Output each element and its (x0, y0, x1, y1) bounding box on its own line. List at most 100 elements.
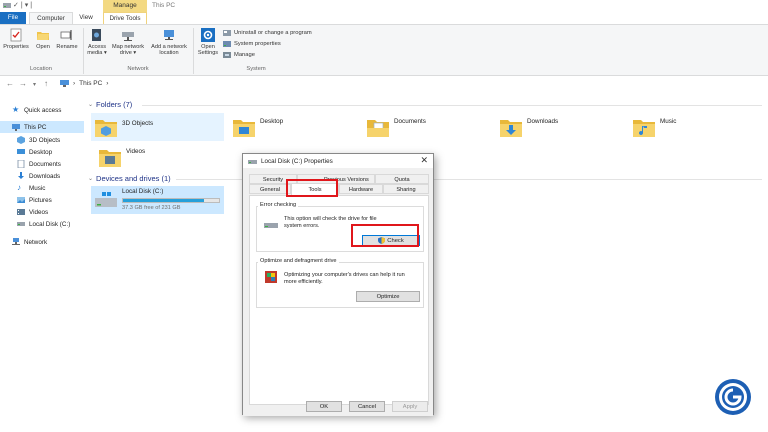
open-settings-label-2: Settings (197, 50, 219, 56)
music-note-icon: ♪ (17, 183, 21, 192)
manage-button[interactable]: Manage (223, 51, 255, 59)
optimize-desc-2: more efficiently. (284, 279, 323, 285)
tab-general[interactable]: General (249, 184, 291, 194)
folder-3d-objects-icon (95, 120, 117, 137)
rename-label: Rename (56, 44, 78, 50)
cancel-button[interactable]: Cancel (349, 401, 385, 412)
check-button-label: Check (387, 237, 404, 244)
open-button[interactable]: Open (33, 28, 53, 50)
add-network-label-2: location (159, 50, 179, 56)
sidebar-item-desktop[interactable]: Desktop (0, 146, 84, 158)
sidebar-item-this-pc[interactable]: This PC (0, 121, 84, 133)
drives-header-label: Devices and drives (1) (96, 174, 171, 183)
ok-button[interactable]: OK (306, 401, 342, 412)
properties-label: Properties (3, 44, 29, 50)
tab-file[interactable]: File (0, 12, 26, 24)
optimize-legend: Optimize and defragment drive (258, 258, 339, 264)
dialog-body: Security Previous Versions Quota General… (243, 168, 433, 416)
tools-tab-panel: Error checking This option will check th… (249, 195, 429, 405)
section-divider (142, 105, 762, 106)
separator-icon: | (30, 1, 33, 9)
sidebar-item-videos[interactable]: Videos (0, 206, 84, 218)
network-drive-icon (122, 32, 134, 41)
sidebar-item-music[interactable]: ♪ Music (0, 182, 84, 194)
tab-view[interactable]: View (74, 12, 98, 24)
uninstall-icon (223, 30, 231, 36)
drive-name: Local Disk (C:) (122, 188, 164, 195)
folder-downloads-icon (500, 120, 522, 137)
optimize-button[interactable]: Optimize (356, 291, 420, 302)
folders-section-header[interactable]: ⌄ Folders (7) (88, 100, 132, 109)
tab-quota[interactable]: Quota (375, 174, 429, 184)
sidebar-item-label: Documents (29, 160, 61, 168)
back-arrow-icon[interactable]: ← (6, 79, 14, 88)
error-checking-desc-1: This option will check the drive for fil… (284, 216, 377, 222)
sidebar-item-label: Local Disk (C:) (29, 220, 71, 228)
sidebar-item-3d-objects[interactable]: 3D Objects (0, 134, 84, 146)
gear-icon (201, 28, 215, 42)
manage-context-tab[interactable]: Manage (103, 0, 147, 12)
breadcrumb[interactable]: › This PC › (60, 80, 108, 87)
checkmark-icon[interactable]: ✓ (13, 1, 19, 9)
folder-item-desktop[interactable]: Desktop (232, 116, 283, 138)
devices-section-header[interactable]: ⌄ Devices and drives (1) (88, 174, 171, 183)
tab-sharing[interactable]: Sharing (383, 184, 429, 194)
drive-icon[interactable] (3, 1, 11, 9)
dialog-title-bar[interactable]: Local Disk (C:) Properties ✕ (243, 154, 433, 168)
folder-desktop-icon (233, 120, 255, 137)
network-location-icon (164, 30, 174, 40)
uninstall-program-button[interactable]: Uninstall or change a program (223, 29, 312, 37)
check-button[interactable]: Check (362, 235, 420, 246)
sidebar-item-network[interactable]: Network (0, 236, 84, 248)
up-arrow-icon[interactable]: ↑ (44, 79, 48, 88)
sidebar-item-pictures[interactable]: Pictures (0, 194, 84, 206)
tab-drive-tools[interactable]: Drive Tools (103, 12, 147, 24)
forward-arrow-icon[interactable]: → (19, 79, 27, 88)
system-properties-icon (223, 41, 231, 47)
error-checking-desc-2: system errors. (284, 223, 320, 229)
folder-item-videos[interactable]: Videos (98, 146, 145, 168)
folder-music-icon (633, 120, 655, 137)
recent-locations-chevron-icon[interactable]: ▾ (33, 81, 36, 88)
media-icon (92, 29, 101, 41)
sidebar-item-label: Music (29, 184, 46, 192)
drive-usage-bar (122, 198, 220, 203)
sidebar-item-label: Network (24, 238, 48, 246)
folder-item-music[interactable]: Music (632, 116, 676, 138)
map-network-drive-button[interactable]: Map network drive ▾ (109, 28, 147, 56)
folder-item-documents[interactable]: Documents (366, 116, 426, 138)
folder-item-downloads[interactable]: Downloads (499, 116, 558, 138)
tab-security[interactable]: Security (249, 174, 297, 184)
open-settings-button[interactable]: Open Settings (196, 28, 220, 56)
sidebar-item-documents[interactable]: Documents (0, 158, 84, 170)
folder-item-3d-objects[interactable]: 3D Objects (91, 113, 224, 141)
apply-button[interactable]: Apply (392, 401, 428, 412)
picture-icon (17, 197, 25, 203)
desktop-icon (17, 149, 25, 154)
sidebar-item-label: Downloads (29, 172, 61, 180)
properties-button[interactable]: Properties (3, 28, 29, 50)
tab-hardware[interactable]: Hardware (339, 184, 383, 194)
close-icon[interactable]: ✕ (420, 155, 428, 166)
manage-icon (223, 52, 231, 58)
tab-computer[interactable]: Computer (29, 12, 73, 24)
system-properties-button[interactable]: System properties (223, 40, 281, 48)
address-bar: ← → ▾ ↑ › This PC › (0, 76, 768, 93)
breadcrumb-this-pc[interactable]: This PC (79, 80, 102, 87)
sidebar-item-quick-access[interactable]: ★ Quick access (0, 104, 84, 116)
chevron-down-icon: ⌄ (88, 176, 94, 182)
this-pc-icon (60, 80, 69, 87)
sidebar-item-downloads[interactable]: Downloads (0, 170, 84, 182)
folder-label: Downloads (527, 118, 559, 125)
cancel-button-label: Cancel (357, 403, 377, 410)
drive-check-icon (264, 223, 278, 228)
chevron-down-icon[interactable]: ▾ (25, 1, 29, 9)
sidebar-item-label: This PC (24, 123, 47, 131)
add-network-location-button[interactable]: Add a network location (148, 28, 190, 56)
access-media-button[interactable]: Access media ▾ (86, 28, 108, 56)
ribbon: Properties Open Rename Location Access m… (0, 24, 768, 76)
folder-label: Videos (126, 148, 146, 155)
separator-icon: | (20, 1, 23, 9)
rename-button[interactable]: Rename (55, 28, 79, 50)
sidebar-item-local-disk[interactable]: Local Disk (C:) (0, 218, 84, 230)
